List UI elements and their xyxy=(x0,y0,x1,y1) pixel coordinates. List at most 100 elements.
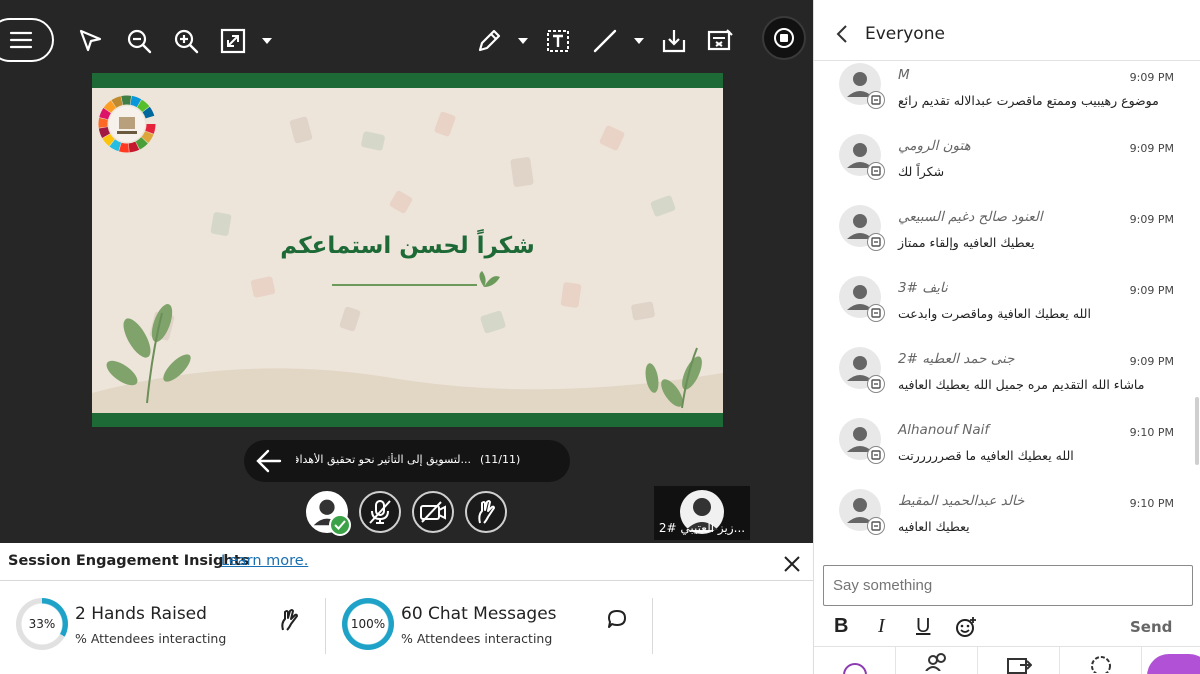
participant-badge-icon xyxy=(871,95,881,105)
checkmark-icon xyxy=(334,520,346,530)
chat-tab-icon xyxy=(843,663,867,674)
download-icon xyxy=(662,30,686,53)
insights-title: Session Engagement Insights xyxy=(8,553,250,569)
presentation-stage: شكراً لحسن استماعكم ...لتسويق إلى التأثي… xyxy=(0,0,813,543)
emoji-icon xyxy=(956,617,976,637)
hands-raised-percent: 33% xyxy=(28,617,56,631)
send-button[interactable]: Send xyxy=(1130,618,1172,636)
chat-messages-title: 60 Chat Messages xyxy=(401,604,557,624)
insights-header: Session Engagement Insights Learn more. xyxy=(0,543,813,581)
microphone-toggle[interactable] xyxy=(359,491,401,533)
participant-badge-icon xyxy=(871,237,881,247)
chat-message-list[interactable]: M 9:09 PM موضوع رهيبيب وممتع ماقصرت عبدالا… xyxy=(814,61,1200,557)
pointer-button[interactable] xyxy=(78,28,104,54)
chat-messages-ring: 100% xyxy=(342,598,394,650)
chevron-left-icon xyxy=(836,25,847,43)
zoom-in-icon xyxy=(174,29,199,54)
message-time: 9:09 PM xyxy=(1129,355,1174,368)
participant-video-tile[interactable]: ...زيز العتيبي #2 xyxy=(654,486,750,540)
chat-back-button[interactable] xyxy=(836,24,848,48)
fit-screen-button[interactable] xyxy=(220,28,246,54)
record-icon xyxy=(774,28,794,48)
menu-button[interactable] xyxy=(0,18,54,62)
zoom-out-icon xyxy=(127,29,152,54)
message-author: خالد عبدالحميد المقيط xyxy=(898,493,1025,509)
message-author: العنود صالح دغيم السبيعي xyxy=(898,209,1043,225)
close-icon xyxy=(784,556,800,572)
bold-button[interactable]: B xyxy=(834,615,848,638)
zoom-in-button[interactable] xyxy=(173,28,199,54)
camera-off-icon xyxy=(420,501,446,523)
chat-bubble-icon xyxy=(606,608,628,634)
pen-button[interactable] xyxy=(476,28,502,54)
message-author: M xyxy=(898,67,910,83)
download-button[interactable] xyxy=(661,28,687,54)
engagement-insights-panel: Session Engagement Insights Learn more. … xyxy=(0,543,813,674)
italic-button[interactable]: I xyxy=(878,615,885,638)
menu-icon xyxy=(9,31,33,49)
zoom-out-button[interactable] xyxy=(126,28,152,54)
metric-divider xyxy=(652,598,653,654)
slide-navigator: ...لتسويق إلى التأثير نحو تحقيق الأهداف … xyxy=(244,440,570,482)
hand-raise-icon xyxy=(478,500,495,524)
raise-hand-button[interactable] xyxy=(465,491,507,533)
pen-options-dropdown[interactable] xyxy=(518,38,528,44)
metric-divider xyxy=(325,598,326,654)
slide-title-underline xyxy=(332,284,477,286)
tab-share-content[interactable] xyxy=(978,647,1060,674)
close-insights-button[interactable] xyxy=(783,555,801,577)
message-time: 9:09 PM xyxy=(1129,71,1174,84)
role-badge xyxy=(867,304,885,322)
text-tool-button[interactable] xyxy=(545,28,571,54)
camera-toggle[interactable] xyxy=(412,491,454,533)
fit-screen-icon xyxy=(220,28,246,54)
chat-message: خالد عبدالحميد المقيط 9:10 PM يعطيك العافي… xyxy=(814,489,1200,557)
chat-scrollbar[interactable] xyxy=(1195,397,1199,465)
previous-slide-button[interactable] xyxy=(254,448,282,478)
share-content-icon xyxy=(1007,658,1032,674)
microphone-muted-icon xyxy=(369,500,391,524)
message-author: نايف #3 xyxy=(898,280,948,296)
dropdown-caret-icon xyxy=(518,38,528,44)
participant-badge-icon xyxy=(871,379,881,389)
hands-raised-metric: 33% 2 Hands Raised % Attendees interacti… xyxy=(16,598,316,654)
emoji-button[interactable] xyxy=(955,616,977,642)
learn-more-link[interactable]: Learn more. xyxy=(221,553,308,569)
message-text: يعطيك العافيه xyxy=(898,519,970,534)
arrow-left-icon xyxy=(256,449,282,473)
message-text: يعطيك العافيه وإلقاء ممتاز xyxy=(898,235,1035,250)
message-time: 9:09 PM xyxy=(1129,284,1174,297)
chat-message: العنود صالح دغيم السبيعي 9:09 PM يعطيك الع… xyxy=(814,205,1200,275)
panel-tab-bar xyxy=(814,646,1200,674)
message-time: 9:09 PM xyxy=(1129,142,1174,155)
message-text: موضوع رهيبيب وممتع ماقصرت عبدالاله تقديم… xyxy=(898,93,1159,108)
presenter-toolbar xyxy=(0,0,813,82)
gear-icon xyxy=(1091,656,1111,673)
zoom-options-dropdown[interactable] xyxy=(262,38,272,44)
participant-badge-icon xyxy=(871,450,881,460)
chat-messages-subtitle: % Attendees interacting xyxy=(401,631,553,646)
clear-slide-button[interactable] xyxy=(707,28,733,54)
role-badge xyxy=(867,375,885,393)
tab-participants[interactable] xyxy=(896,647,978,674)
message-author: هتون الرومي xyxy=(898,138,971,154)
message-author: جنى حمد العطيه #2 xyxy=(898,351,1015,367)
message-author: Alhanouf Naif xyxy=(898,422,990,438)
chat-format-toolbar: B I U Send xyxy=(814,610,1200,644)
chat-panel: Everyone M 9:09 PM موضوع رهيبيب وممتع ماقص… xyxy=(813,0,1200,674)
chat-message-input[interactable] xyxy=(823,565,1193,606)
role-badge xyxy=(867,233,885,251)
line-tool-button[interactable] xyxy=(592,28,618,54)
chat-message: M 9:09 PM موضوع رهيبيب وممتع ماقصرت عبدالا… xyxy=(814,63,1200,133)
pointer-icon xyxy=(79,29,102,52)
underline-button[interactable]: U xyxy=(916,615,930,638)
record-button[interactable] xyxy=(762,16,806,60)
message-time: 9:10 PM xyxy=(1129,426,1174,439)
chat-channel-title: Everyone xyxy=(865,24,945,44)
participant-badge-icon xyxy=(871,308,881,318)
line-options-dropdown[interactable] xyxy=(634,38,644,44)
text-tool-icon xyxy=(547,30,569,52)
slide-bottom-band xyxy=(92,413,723,427)
tab-chat[interactable] xyxy=(814,647,896,674)
tab-settings[interactable] xyxy=(1060,647,1142,674)
